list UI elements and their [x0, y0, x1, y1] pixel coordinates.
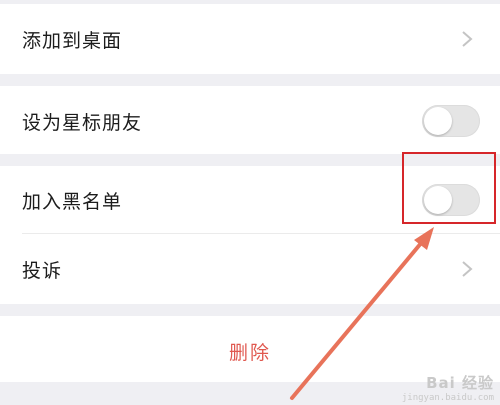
star-friend-label: 设为星标朋友 — [22, 112, 143, 134]
toggle-knob — [424, 107, 452, 135]
blacklist-label: 加入黑名单 — [22, 191, 123, 213]
complain-label: 投诉 — [22, 260, 63, 282]
annotation-highlight-box — [402, 152, 496, 224]
chevron-right-icon — [462, 31, 473, 47]
baidu-watermark: Bai 经验 jingyan.baidu.com — [402, 372, 494, 403]
section-gap — [0, 74, 500, 86]
add-to-desktop-row[interactable]: 添加到桌面 — [0, 4, 500, 74]
section-gap — [0, 304, 500, 316]
chevron-right-icon — [462, 261, 473, 277]
delete-button[interactable]: 删除 — [0, 338, 500, 365]
star-friend-row: 设为星标朋友 — [0, 86, 500, 154]
watermark-text: Bai 经验 — [426, 374, 494, 392]
watermark-subtext: jingyan.baidu.com — [401, 393, 494, 403]
star-friend-toggle[interactable] — [422, 105, 480, 137]
add-to-desktop-label: 添加到桌面 — [22, 30, 123, 52]
complain-row[interactable]: 投诉 — [0, 234, 500, 304]
